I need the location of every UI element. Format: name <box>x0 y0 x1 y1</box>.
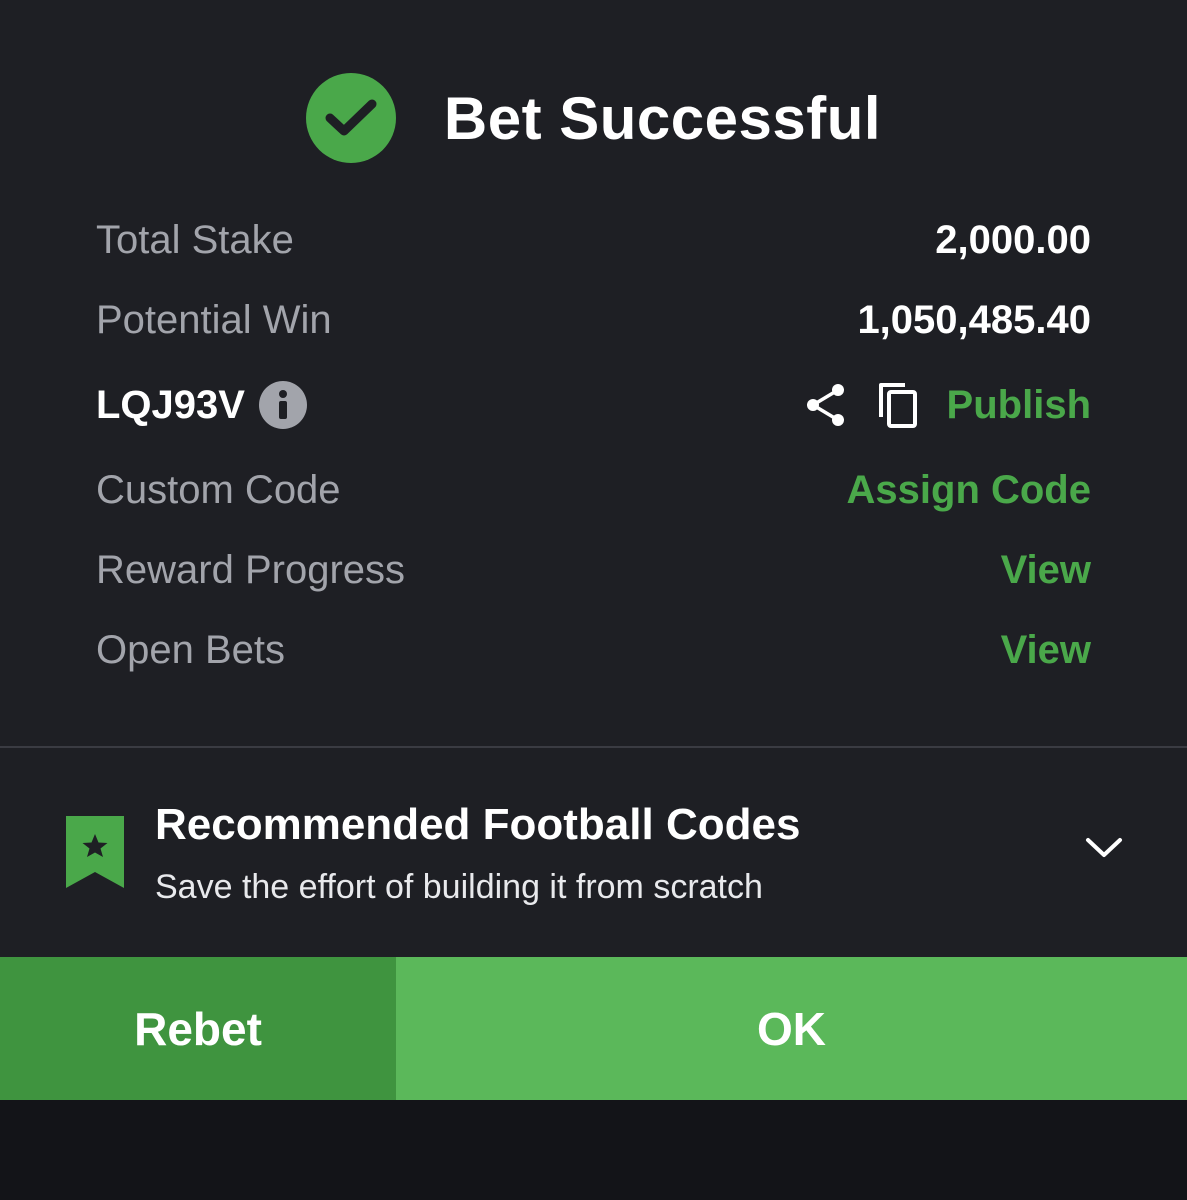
info-icon[interactable] <box>258 381 307 429</box>
total-stake-label: Total Stake <box>96 217 294 262</box>
bet-success-dialog: Bet Successful Total Stake 2,000.00 Pote… <box>0 0 1187 1100</box>
recommended-subtitle: Save the effort of building it from scra… <box>155 868 763 906</box>
potential-win-row: Potential Win 1,050,485.40 <box>96 280 1091 360</box>
booking-code-actions: Publish <box>803 380 1091 430</box>
ok-button[interactable]: OK <box>396 957 1187 1100</box>
bookmark-star-icon <box>66 816 124 888</box>
copy-icon[interactable] <box>875 380 921 430</box>
booking-code-group: LQJ93V <box>96 381 307 429</box>
total-stake-value: 2,000.00 <box>935 217 1091 262</box>
reward-progress-label: Reward Progress <box>96 547 406 592</box>
share-icon[interactable] <box>803 380 849 430</box>
open-bets-view-link[interactable]: View <box>1001 628 1091 673</box>
reward-progress-view-link[interactable]: View <box>1001 548 1091 593</box>
dialog-header: Bet Successful <box>0 70 1187 166</box>
booking-code: LQJ93V <box>96 382 245 427</box>
check-circle-icon <box>305 73 396 163</box>
total-stake-row: Total Stake 2,000.00 <box>96 200 1091 280</box>
publish-link[interactable]: Publish <box>947 383 1091 428</box>
dialog-title: Bet Successful <box>443 84 882 152</box>
action-bar: Rebet OK <box>0 957 1187 1100</box>
divider <box>0 746 1187 748</box>
potential-win-value: 1,050,485.40 <box>857 297 1091 342</box>
assign-code-link[interactable]: Assign Code <box>847 468 1091 513</box>
booking-code-row: LQJ93V Publish <box>96 360 1091 450</box>
custom-code-row: Custom Code Assign Code <box>96 450 1091 530</box>
open-bets-label: Open Bets <box>96 627 286 672</box>
bet-summary: Total Stake 2,000.00 Potential Win 1,050… <box>96 200 1091 690</box>
potential-win-label: Potential Win <box>96 297 332 342</box>
recommended-title: Recommended Football Codes <box>155 800 801 849</box>
reward-progress-row: Reward Progress View <box>96 530 1091 610</box>
open-bets-row: Open Bets View <box>96 610 1091 690</box>
rebet-button[interactable]: Rebet <box>0 957 396 1100</box>
custom-code-label: Custom Code <box>96 467 341 512</box>
recommended-codes-panel[interactable]: Recommended Football Codes Save the effo… <box>0 790 1187 920</box>
chevron-down-icon[interactable] <box>1084 834 1124 862</box>
page: Bet Successful Total Stake 2,000.00 Pote… <box>0 0 1187 1200</box>
